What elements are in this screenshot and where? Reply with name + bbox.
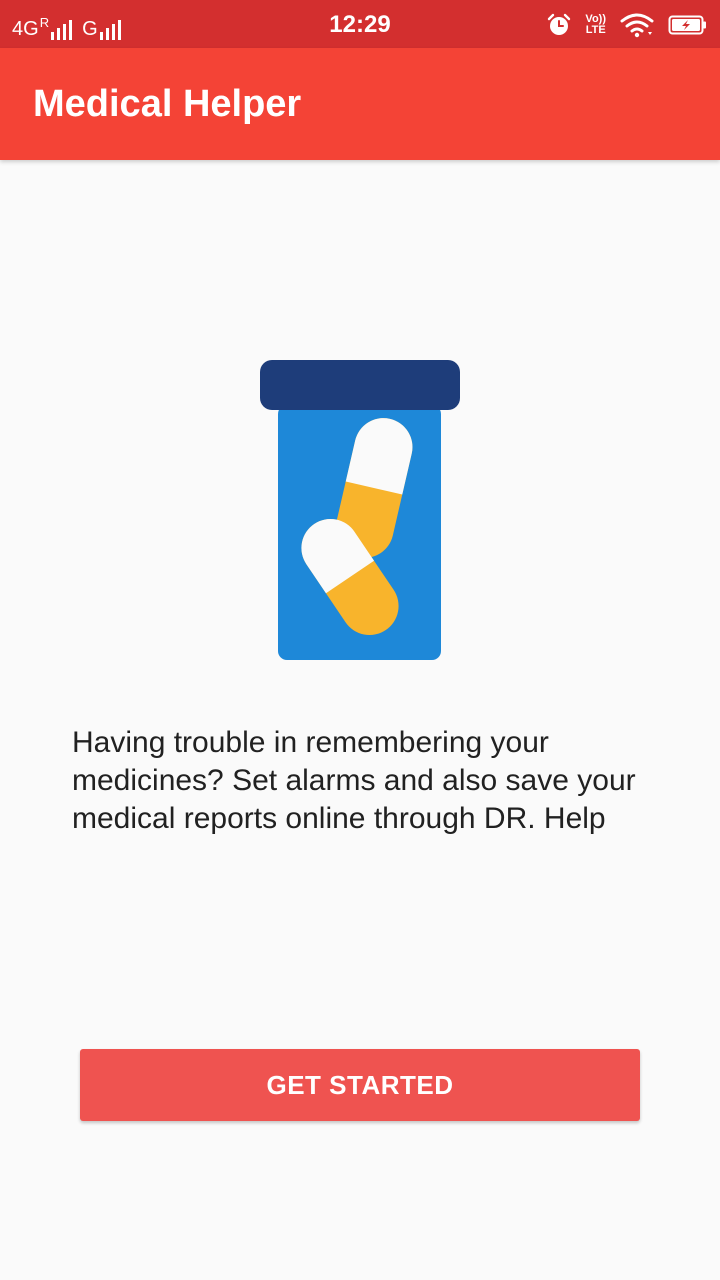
pill-bottle-icon	[260, 360, 460, 660]
alarm-icon	[548, 13, 571, 35]
bottle-cap	[260, 360, 460, 410]
battery-charging-icon	[668, 15, 706, 35]
wifi-icon	[620, 13, 654, 38]
status-icons: Vo)) LTE	[547, 10, 708, 40]
volte-icon: Vo)) LTE	[585, 14, 606, 36]
volte-bottom-label: LTE	[585, 24, 606, 36]
app-bar: Medical Helper	[0, 48, 720, 160]
status-bar: 4G R G 12:29 Vo)) LTE	[0, 0, 720, 48]
intro-description: Having trouble in remembering your medic…	[72, 726, 636, 835]
get-started-button[interactable]: GET STARTED	[80, 1049, 640, 1121]
app-title: Medical Helper	[33, 83, 302, 125]
